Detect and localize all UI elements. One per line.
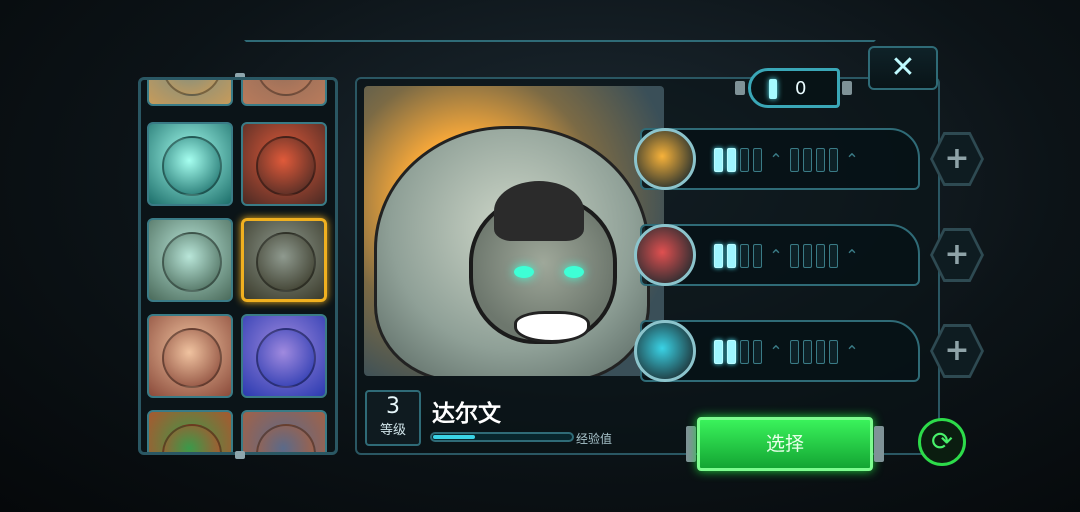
close-icon: ✕	[890, 50, 916, 85]
portrait-right-eye	[564, 266, 584, 278]
skill-pip	[803, 340, 812, 364]
skill-pip	[816, 340, 825, 364]
robot-armor-skill-icon	[634, 320, 696, 382]
reset-icon: ⟳	[931, 427, 953, 457]
rank-chevron-icon: ⌃	[769, 342, 783, 361]
select-left-cap	[686, 426, 696, 462]
skill-pip	[714, 148, 723, 172]
roster-hero-bubble-pilot[interactable]	[147, 218, 233, 302]
level-label: 等级	[379, 423, 406, 438]
rank-chevron-icon: ⌃	[845, 150, 859, 169]
roster-hero-partial-top-left[interactable]	[147, 80, 233, 106]
hero-purple-rock-portrait-icon	[256, 328, 316, 388]
skill-pip	[803, 148, 812, 172]
skill-pip	[714, 340, 723, 364]
roster-bottom-cap	[235, 451, 245, 459]
xp-label: 经验值	[576, 432, 613, 446]
skill-pip	[727, 148, 736, 172]
skill-pip	[816, 148, 825, 172]
roster-hero-purple-rock[interactable]	[241, 314, 327, 398]
hero-ghost-wolf-portrait-icon	[162, 136, 222, 196]
skill-row-3: ⌃ ⌃	[634, 320, 920, 382]
upgrade-point-counter: 0	[748, 68, 840, 108]
counter-value: 0	[795, 78, 807, 99]
skill-row-2: ⌃ ⌃	[634, 224, 920, 286]
roster-hero-partial-top-right[interactable]	[241, 80, 327, 106]
roster-hero-gorilla-darwin[interactable]	[241, 218, 327, 302]
hero-red-robot-portrait-icon	[256, 136, 316, 196]
hero-red-head-girl-portrait-icon	[162, 328, 222, 388]
rank-chevron-icon: ⌃	[845, 342, 859, 361]
roster-hero-partial-bottom-left[interactable]	[147, 410, 233, 452]
skill-pip	[740, 148, 749, 172]
plus-button-inner: +	[933, 135, 981, 183]
reset-skills-button[interactable]: ⟳	[918, 418, 966, 466]
roster-hero-red-head-girl[interactable]	[147, 314, 233, 398]
skill-pip	[803, 244, 812, 268]
rank-chevron-icon: ⌃	[769, 150, 783, 169]
top-frame-decoration	[255, 10, 865, 42]
level-number: 3	[386, 394, 400, 419]
skill-pip	[816, 244, 825, 268]
roster-hero-ghost-wolf[interactable]	[147, 122, 233, 206]
skill-pip	[829, 148, 838, 172]
roster-hero-partial-bottom-right[interactable]	[241, 410, 327, 452]
hero-name: 达尔文	[432, 401, 501, 427]
skill-pip	[740, 244, 749, 268]
skill-pip	[790, 148, 799, 172]
hero-partial-bottom-left-portrait-icon	[162, 424, 222, 452]
skill-pip	[753, 340, 762, 364]
skill-pip	[753, 148, 762, 172]
rank-chevron-icon: ⌃	[845, 246, 859, 265]
plus-button-inner: +	[933, 327, 981, 375]
plus-icon: +	[944, 141, 970, 176]
close-button[interactable]: ✕	[868, 46, 938, 90]
select-button-label: 选择	[765, 433, 804, 455]
hero-partial-top-right-portrait-icon	[256, 80, 316, 96]
hero-partial-top-left-portrait-icon	[162, 80, 222, 96]
counter-left-cap	[735, 81, 745, 95]
skill-pip	[753, 244, 762, 268]
punch-skill-icon	[634, 224, 696, 286]
fireball-skill-icon	[634, 128, 696, 190]
xp-bar	[430, 432, 574, 442]
counter-right-cap	[842, 81, 852, 95]
select-right-cap	[874, 426, 884, 462]
skill-pip	[790, 340, 799, 364]
hero-roster-panel[interactable]	[138, 77, 338, 455]
portrait-mouth	[514, 311, 590, 343]
skill-pip	[727, 244, 736, 268]
hero-partial-bottom-right-portrait-icon	[256, 424, 316, 452]
roster-hero-red-robot[interactable]	[241, 122, 327, 206]
level-box: 3 等级	[365, 390, 421, 446]
skill-pip	[740, 340, 749, 364]
skill-pip	[714, 244, 723, 268]
plus-icon: +	[944, 237, 970, 272]
rank-chevron-icon: ⌃	[769, 246, 783, 265]
portrait-hair	[494, 181, 584, 241]
counter-indicator	[769, 79, 777, 99]
skill-pip	[790, 244, 799, 268]
portrait-left-eye	[514, 266, 534, 278]
skill-pip	[829, 340, 838, 364]
skill-row-1: ⌃ ⌃	[634, 128, 920, 190]
plus-icon: +	[944, 333, 970, 368]
select-hero-button[interactable]: 选择	[697, 417, 873, 471]
xp-bar-fill	[433, 435, 475, 439]
hero-gorilla-darwin-portrait-icon	[256, 232, 316, 292]
skill-pip	[829, 244, 838, 268]
skill-pip	[727, 340, 736, 364]
hero-portrait	[364, 86, 664, 376]
plus-button-inner: +	[933, 231, 981, 279]
hero-bubble-pilot-portrait-icon	[162, 232, 222, 292]
